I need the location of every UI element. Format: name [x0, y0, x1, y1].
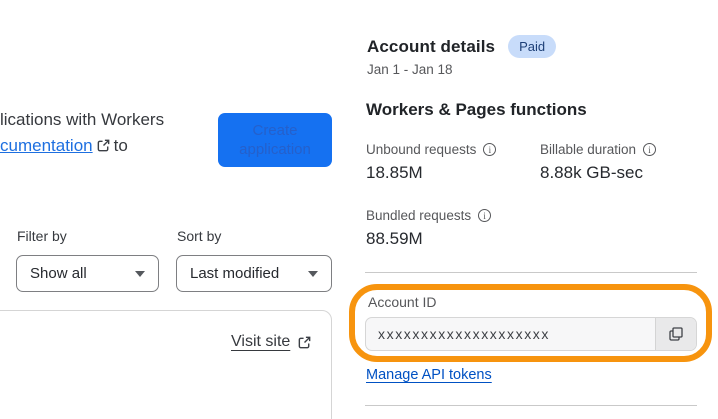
metric-value: 18.85M: [366, 163, 423, 182]
account-id-field-group: [365, 317, 697, 351]
copy-icon: [669, 327, 683, 341]
metric-value: 88.59M: [366, 229, 423, 248]
intro-text: lications with Workers cumentation to: [0, 107, 215, 161]
account-id-input[interactable]: [366, 318, 655, 350]
intro-after-link: to: [113, 136, 128, 155]
date-range: Jan 1 - Jan 18: [367, 62, 453, 77]
documentation-link[interactable]: cumentation: [0, 136, 93, 155]
sort-select-value: Last modified: [190, 265, 280, 282]
create-application-button[interactable]: Create application: [218, 113, 332, 167]
account-details-panel: Account details Paid Jan 1 - Jan 18 Work…: [365, 0, 718, 419]
workers-dashboard-screen: lications with Workers cumentation to Cre…: [0, 0, 718, 419]
metric-billable-duration: Billable duration i 8.88k GB-sec: [540, 142, 657, 183]
functions-section-title: Workers & Pages functions: [366, 100, 587, 119]
metric-unbound-requests: Unbound requests i 18.85M: [366, 142, 497, 183]
metric-value: 8.88k GB-sec: [540, 163, 643, 182]
filter-select[interactable]: Show all: [16, 255, 159, 292]
visit-site-label: Visit site: [231, 333, 291, 350]
sort-by-label: Sort by: [177, 228, 222, 244]
sort-select[interactable]: Last modified: [176, 255, 332, 292]
external-link-icon: [96, 135, 111, 161]
divider: [365, 272, 697, 273]
chevron-down-icon: [308, 270, 318, 277]
copy-button[interactable]: [655, 318, 696, 350]
info-icon[interactable]: i: [478, 209, 492, 222]
filter-by-label: Filter by: [17, 228, 67, 244]
visit-site-link[interactable]: Visit site: [231, 333, 312, 351]
metric-bundled-requests: Bundled requests i 88.59M: [366, 208, 492, 249]
project-card: Visit site: [0, 310, 332, 419]
divider: [365, 405, 697, 406]
filter-select-value: Show all: [30, 265, 87, 282]
info-icon[interactable]: i: [483, 143, 497, 156]
paid-plan-badge: Paid: [508, 35, 557, 58]
intro-line1: lications with Workers: [0, 110, 165, 129]
info-icon[interactable]: i: [643, 143, 657, 156]
manage-api-tokens-link[interactable]: Manage API tokens: [366, 367, 492, 383]
external-link-icon: [298, 336, 311, 348]
account-id-label: Account ID: [368, 294, 437, 310]
account-details-title: Account details: [367, 36, 496, 56]
chevron-down-icon: [135, 270, 145, 277]
